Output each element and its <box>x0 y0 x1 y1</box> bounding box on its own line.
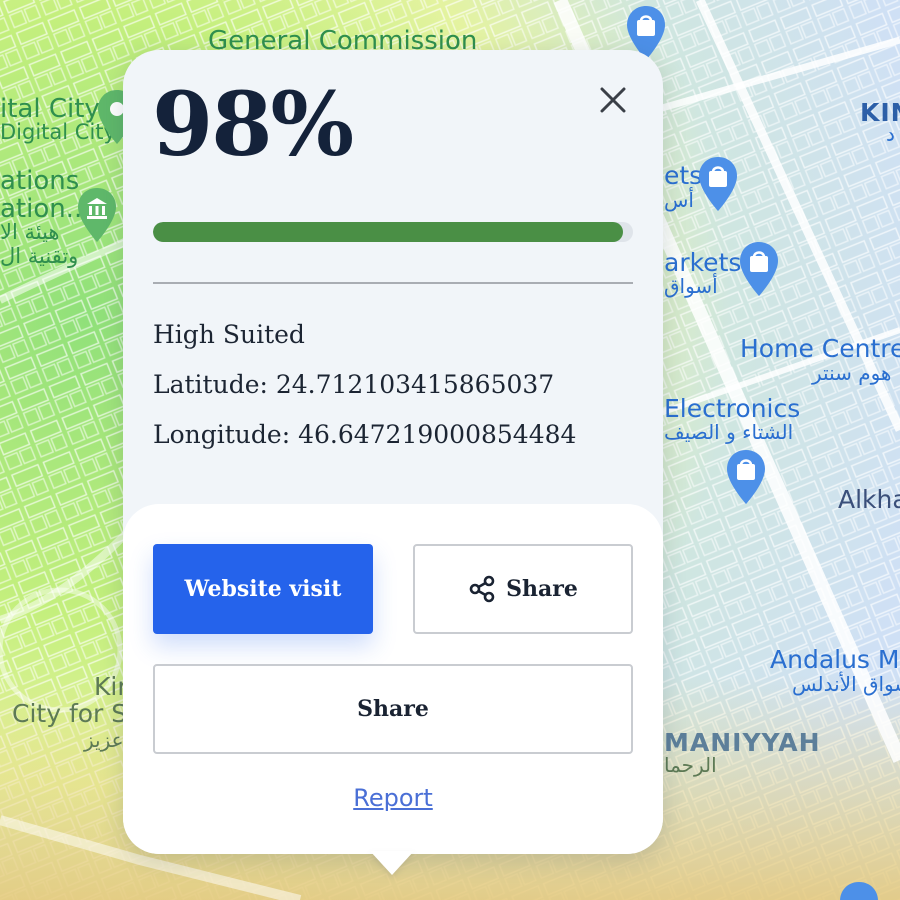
map-label-digital-city: ital City <box>0 94 100 124</box>
map-label-alkha: Alkha <box>838 485 900 514</box>
map-label-andalus: Andalus M <box>770 645 900 674</box>
shopping-bag-pin-icon[interactable] <box>738 240 780 298</box>
shopping-bag-pin-icon[interactable] <box>697 155 739 213</box>
location-popup: 98% High Suited Latitude: 24.71210341586… <box>123 50 663 854</box>
suitability-label: High Suited <box>153 320 305 349</box>
map-label-markets-2: arkets <box>664 248 742 277</box>
share-button[interactable]: Share <box>413 544 633 634</box>
place-pin-icon[interactable] <box>838 880 880 900</box>
suitability-progress-bar <box>153 222 633 242</box>
close-button[interactable] <box>593 80 633 120</box>
map-label-andalus-ar: أسواق الأندلس <box>792 672 900 696</box>
report-link[interactable]: Report <box>123 784 663 812</box>
map-label-city-for: City for S <box>12 699 128 728</box>
longitude-text: Longitude: 46.647219000854484 <box>153 420 577 449</box>
map-label-city-for-ar: عزيز <box>84 728 124 752</box>
progress-bar-fill <box>153 222 624 242</box>
map-label-arabic-2: وتقنية ال <box>0 244 79 268</box>
website-visit-label: Website visit <box>184 576 342 602</box>
shopping-bag-pin-icon[interactable] <box>725 448 767 506</box>
map-label-electronics: Electronics <box>664 394 801 423</box>
map-label-markets-1-ar: أس <box>664 188 694 212</box>
share-icon <box>469 575 495 603</box>
map-label-ations: ations <box>0 166 80 196</box>
popup-pointer <box>370 851 414 875</box>
popup-actions: Website visit Share Share Report <box>123 504 663 854</box>
suitability-score: 98% <box>152 72 354 176</box>
map-label-maniyyah: MANIYYAH <box>664 728 821 757</box>
share-full-width-label: Share <box>357 696 429 722</box>
map-label-maniyyah-ar: الرحما <box>664 753 717 777</box>
museum-pin-icon[interactable] <box>76 186 118 244</box>
latitude-text: Latitude: 24.712103415865037 <box>153 370 555 399</box>
website-visit-button[interactable]: Website visit <box>153 544 373 634</box>
map-label-kin-top-ar: د <box>886 122 895 146</box>
map-label-arabic-1: هيئة الا <box>0 220 60 244</box>
share-button-label: Share <box>506 576 578 602</box>
share-full-width-button[interactable]: Share <box>153 664 633 754</box>
map-label-home-centre-ar: هوم سنتر <box>812 361 892 385</box>
map-label-home-centre: Home Centre <box>740 334 900 363</box>
map-label-electronics-ar: الشتاء و الصيف <box>664 420 794 444</box>
divider <box>153 282 633 284</box>
close-icon[interactable] <box>600 87 626 113</box>
map-label-markets-2-ar: أسواق <box>664 274 718 298</box>
